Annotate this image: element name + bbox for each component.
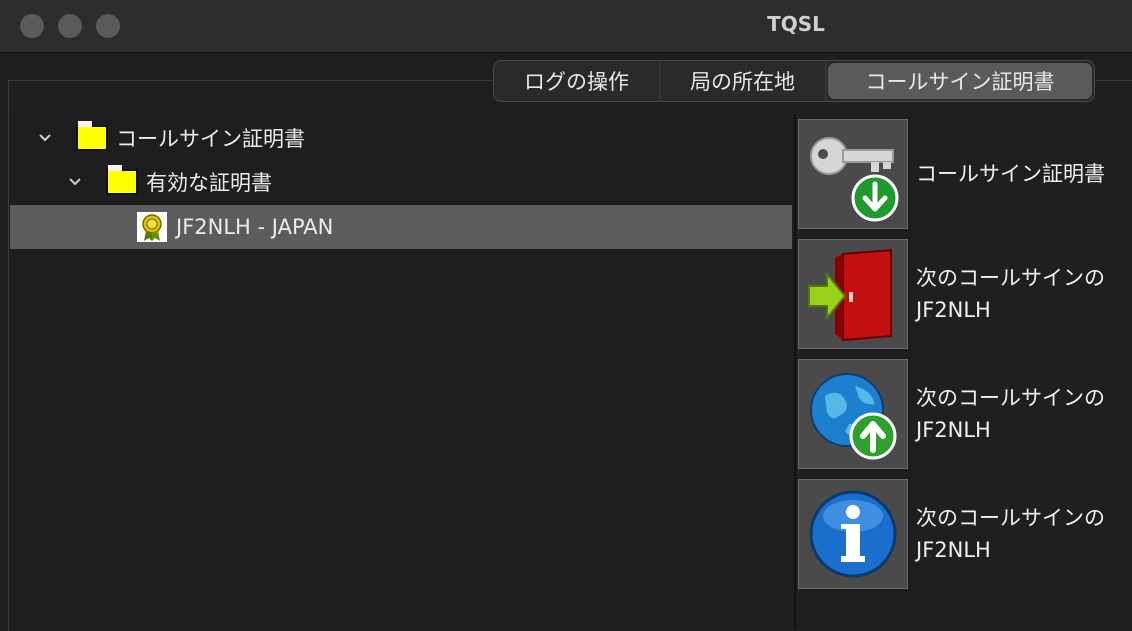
action-load-certificate[interactable]: コールサイン証明書 <box>798 117 1132 231</box>
window-title: TQSL <box>767 12 825 36</box>
action-panel: コールサイン証明書 次のコールサインの JF2NLH 次のコールサインの JF2… <box>798 114 1132 630</box>
action-label: コールサイン証明書 <box>916 162 1105 186</box>
door-export-icon <box>808 248 892 342</box>
certificate-tree[interactable]: コールサイン証明書 有効な証明書 JF2NLH - JAPAN <box>10 114 792 630</box>
action-label: 次のコールサインの JF2NLH <box>916 386 1105 442</box>
key-download-icon <box>810 137 899 222</box>
pane-divider[interactable] <box>794 114 796 630</box>
action-export-certificate[interactable]: 次のコールサインの JF2NLH <box>798 237 1132 351</box>
action-label: 次のコールサインの JF2NLH <box>916 506 1105 562</box>
tree-node-group[interactable]: 有効な証明書 <box>10 160 846 204</box>
action-display-certificate[interactable]: 次のコールサインの JF2NLH <box>798 477 1132 591</box>
globe-upload-icon <box>810 373 897 460</box>
action-button[interactable] <box>798 119 908 229</box>
title-bar: TQSL <box>0 0 1132 53</box>
action-button[interactable] <box>798 239 908 349</box>
tree-node-certificate[interactable]: JF2NLH - JAPAN <box>10 205 792 249</box>
tree-node-root[interactable]: コールサイン証明書 <box>10 116 816 160</box>
action-label: 次のコールサインの JF2NLH <box>916 266 1105 322</box>
chevron-down-icon[interactable] <box>34 127 56 149</box>
tab-bar: ログの操作 局の所在地 コールサイン証明書 <box>493 60 1095 102</box>
chevron-down-icon[interactable] <box>64 171 86 193</box>
tree-node-label: 有効な証明書 <box>146 171 272 195</box>
tree-node-label: JF2NLH - JAPAN <box>176 215 334 239</box>
action-upload-certificate[interactable]: 次のコールサインの JF2NLH <box>798 357 1132 471</box>
folder-icon <box>106 165 138 195</box>
folder-icon <box>76 121 108 151</box>
tab-station-locations[interactable]: 局の所在地 <box>660 61 826 101</box>
tab-log-operations[interactable]: ログの操作 <box>494 61 660 101</box>
tree-node-label: コールサイン証明書 <box>116 127 305 151</box>
certificate-badge-icon <box>136 211 168 243</box>
action-button[interactable] <box>798 479 908 589</box>
action-button[interactable] <box>798 359 908 469</box>
tab-callsign-certificates[interactable]: コールサイン証明書 <box>828 63 1092 99</box>
info-icon <box>809 490 897 578</box>
